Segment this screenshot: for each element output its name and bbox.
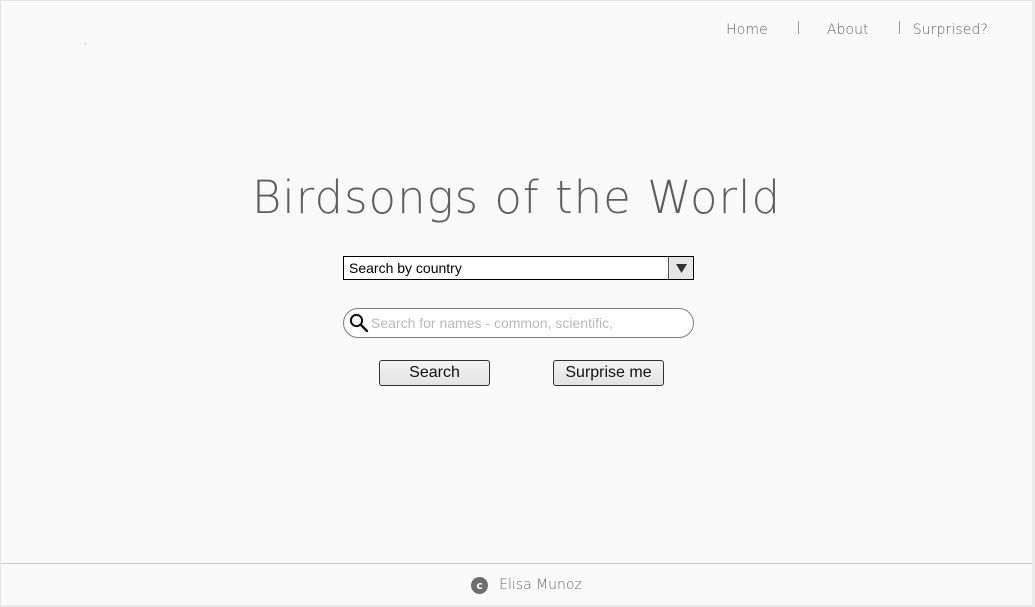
search-box[interactable] (343, 308, 694, 338)
magnifier-icon (348, 312, 370, 334)
nav-about-link[interactable]: About (827, 22, 869, 38)
country-select-value: Search by country (349, 260, 462, 276)
copyright-icon: c (471, 576, 489, 594)
nav-divider (898, 20, 900, 34)
triangle-down-icon (675, 263, 687, 273)
nav-home-link[interactable]: Home (726, 22, 768, 38)
dropdown-button[interactable] (668, 257, 693, 279)
nav-surprised-link[interactable]: Surprised? (913, 22, 988, 38)
footer-author: Elisa Munoz (499, 577, 582, 593)
surprise-me-button[interactable]: Surprise me (553, 360, 664, 386)
footer: c Elisa Munoz (1, 563, 1032, 606)
stray-dot (85, 43, 86, 44)
page-frame: Home About Surprised? Birdsongs of the W… (0, 0, 1035, 607)
nav-divider (797, 20, 799, 34)
search-button[interactable]: Search (379, 360, 490, 386)
top-nav: Home About Surprised? (726, 18, 988, 42)
page-title: Birdsongs of the World (251, 171, 782, 224)
country-select[interactable]: Search by country (343, 256, 694, 280)
search-input[interactable] (370, 311, 683, 335)
